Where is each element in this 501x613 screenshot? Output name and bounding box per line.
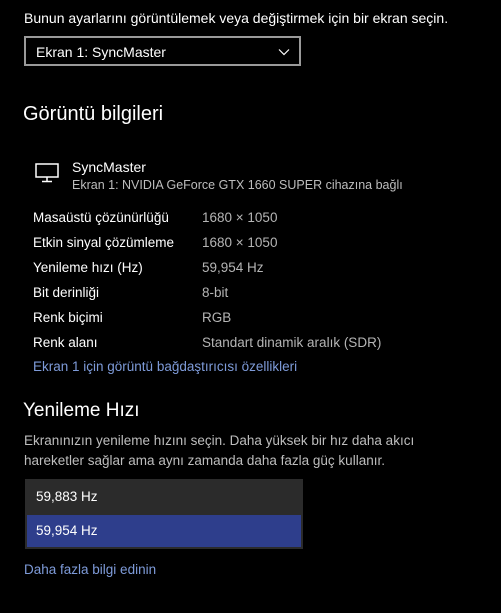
chevron-down-icon — [278, 49, 290, 56]
display-select[interactable]: Ekran 1: SyncMaster — [24, 36, 301, 66]
learn-more-link[interactable]: Daha fazla bilgi edinin — [24, 562, 156, 577]
info-label: Renk alanı — [33, 335, 98, 350]
info-value: RGB — [202, 310, 232, 325]
info-label: Renk biçimi — [33, 310, 103, 325]
refresh-rate-dropdown[interactable]: 59,883 Hz 59,954 Hz — [25, 479, 303, 549]
info-label: Yenileme hızı (Hz) — [33, 260, 143, 275]
refresh-rate-title: Yenileme Hızı — [23, 400, 140, 421]
info-label: Bit derinliği — [33, 285, 100, 300]
info-row: Masaüstü çözünürlüğü 1680 × 1050 — [33, 205, 473, 230]
monitor-subtitle: Ekran 1: NVIDIA GeForce GTX 1660 SUPER c… — [72, 178, 403, 192]
display-info-table: Masaüstü çözünürlüğü 1680 × 1050 Etkin s… — [33, 205, 473, 355]
info-row: Renk biçimi RGB — [33, 305, 473, 330]
info-value: 1680 × 1050 — [202, 235, 278, 250]
info-row: Yenileme hızı (Hz) 59,954 Hz — [33, 255, 473, 280]
refresh-rate-option[interactable]: 59,883 Hz — [25, 481, 303, 513]
refresh-rate-option-selected[interactable]: 59,954 Hz — [27, 515, 301, 547]
monitor-icon — [35, 163, 59, 183]
intro-text: Bunun ayarlarını görüntülemek veya değiş… — [24, 10, 449, 26]
display-select-value: Ekran 1: SyncMaster — [36, 44, 166, 60]
info-row: Bit derinliği 8-bit — [33, 280, 473, 305]
info-value: 8-bit — [202, 285, 229, 300]
monitor-name: SyncMaster — [72, 159, 146, 175]
info-value: 59,954 Hz — [202, 260, 264, 275]
info-row: Renk alanı Standart dinamik aralık (SDR) — [33, 330, 473, 355]
info-value: 1680 × 1050 — [202, 210, 278, 225]
info-label: Masaüstü çözünürlüğü — [33, 210, 169, 225]
info-label: Etkin sinyal çözümleme — [33, 235, 175, 250]
refresh-rate-description: Ekranınızın yenileme hızını seçin. Daha … — [24, 433, 415, 468]
info-row: Etkin sinyal çözümleme 1680 × 1050 — [33, 230, 473, 255]
info-value: Standart dinamik aralık (SDR) — [202, 335, 382, 350]
display-info-title: Görüntü bilgileri — [23, 103, 164, 125]
adapter-properties-link[interactable]: Ekran 1 için görüntü bağdaştırıcısı özel… — [33, 359, 297, 374]
